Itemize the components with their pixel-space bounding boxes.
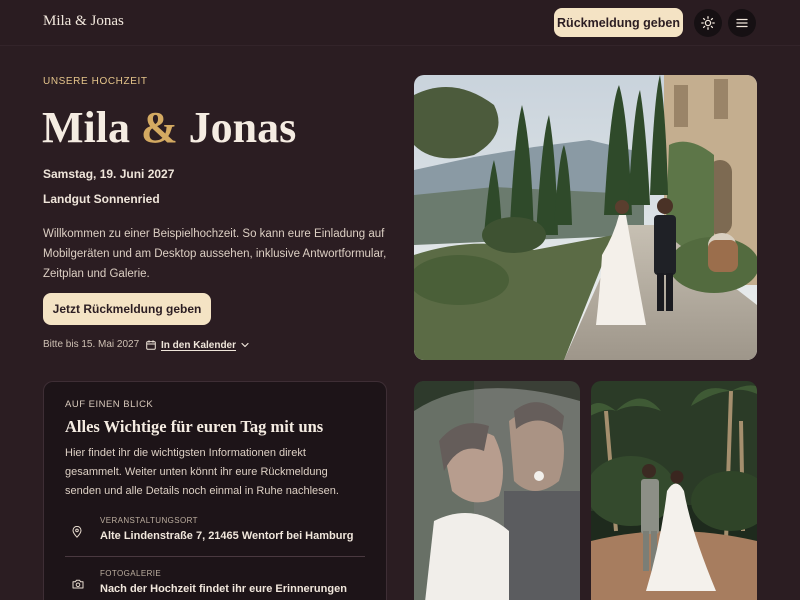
info-venue: VERANSTALTUNGSORT Alte Lindenstraße 7, 2… (65, 516, 365, 556)
location-pin-icon (72, 526, 82, 538)
card-divider (65, 556, 365, 557)
hero-title: Mila & Jonas (42, 100, 296, 156)
hero-rsvp-button[interactable]: Jetzt Rückmeldung geben (43, 293, 211, 325)
gallery-photo-veil-kiss[interactable] (414, 381, 580, 600)
chevron-down-icon (241, 342, 249, 348)
info-venue-label: VERANSTALTUNGSORT (100, 516, 198, 525)
calendar-icon (146, 340, 156, 350)
menu-button[interactable] (728, 9, 756, 37)
hero-eyebrow: UNSERE HOCHZEIT (43, 76, 148, 87)
add-to-calendar-link[interactable]: In den Kalender (146, 338, 249, 352)
gallery-photo-palm-garden[interactable] (591, 381, 757, 600)
site-brand[interactable]: Mila & Jonas (43, 13, 124, 30)
add-to-calendar-label: In den Kalender (161, 339, 237, 351)
card-title: Alles Wichtige für euren Tag mit uns (65, 417, 324, 436)
wedding-date: Samstag, 19. Juni 2027 (43, 167, 175, 181)
hero-title-first: Mila (42, 103, 130, 152)
theme-toggle-button[interactable] (694, 9, 722, 37)
info-venue-value: Alte Lindenstraße 7, 21465 Wentorf bei H… (100, 530, 354, 542)
veil-kiss-photo-illustration (414, 381, 580, 600)
hero-intro: Willkommen zu einer Beispielhochzeit. So… (43, 228, 387, 280)
card-eyebrow: AUF EINEN BLICK (65, 399, 154, 410)
menu-icon (736, 18, 748, 28)
rsvp-deadline: Bitte bis 15. Mai 2027 (43, 339, 140, 350)
hero-title-second: Jonas (188, 103, 297, 152)
hero-title-ampersand: & (140, 103, 178, 152)
wedding-venue: Landgut Sonnenried (43, 192, 160, 206)
hero-photo-couple-walking[interactable] (414, 75, 757, 360)
card-text: Hier findet ihr die wichtigsten Informat… (65, 447, 339, 497)
couple-walking-photo-illustration (414, 75, 757, 360)
info-gallery[interactable]: FOTOGALERIE Nach der Hochzeit findet ihr… (65, 569, 365, 600)
sun-icon (701, 16, 715, 30)
header-rsvp-button[interactable]: Rückmeldung geben (554, 8, 683, 37)
info-gallery-label: FOTOGALERIE (100, 569, 162, 578)
palm-garden-photo-illustration (591, 381, 757, 600)
site-header: Mila & Jonas Rückmeldung geben (0, 0, 800, 46)
at-a-glance-card: AUF EINEN BLICK Alles Wichtige für euren… (43, 381, 387, 600)
info-gallery-value: Nach der Hochzeit findet ihr eure Erinne… (100, 583, 347, 595)
camera-icon (72, 579, 84, 589)
